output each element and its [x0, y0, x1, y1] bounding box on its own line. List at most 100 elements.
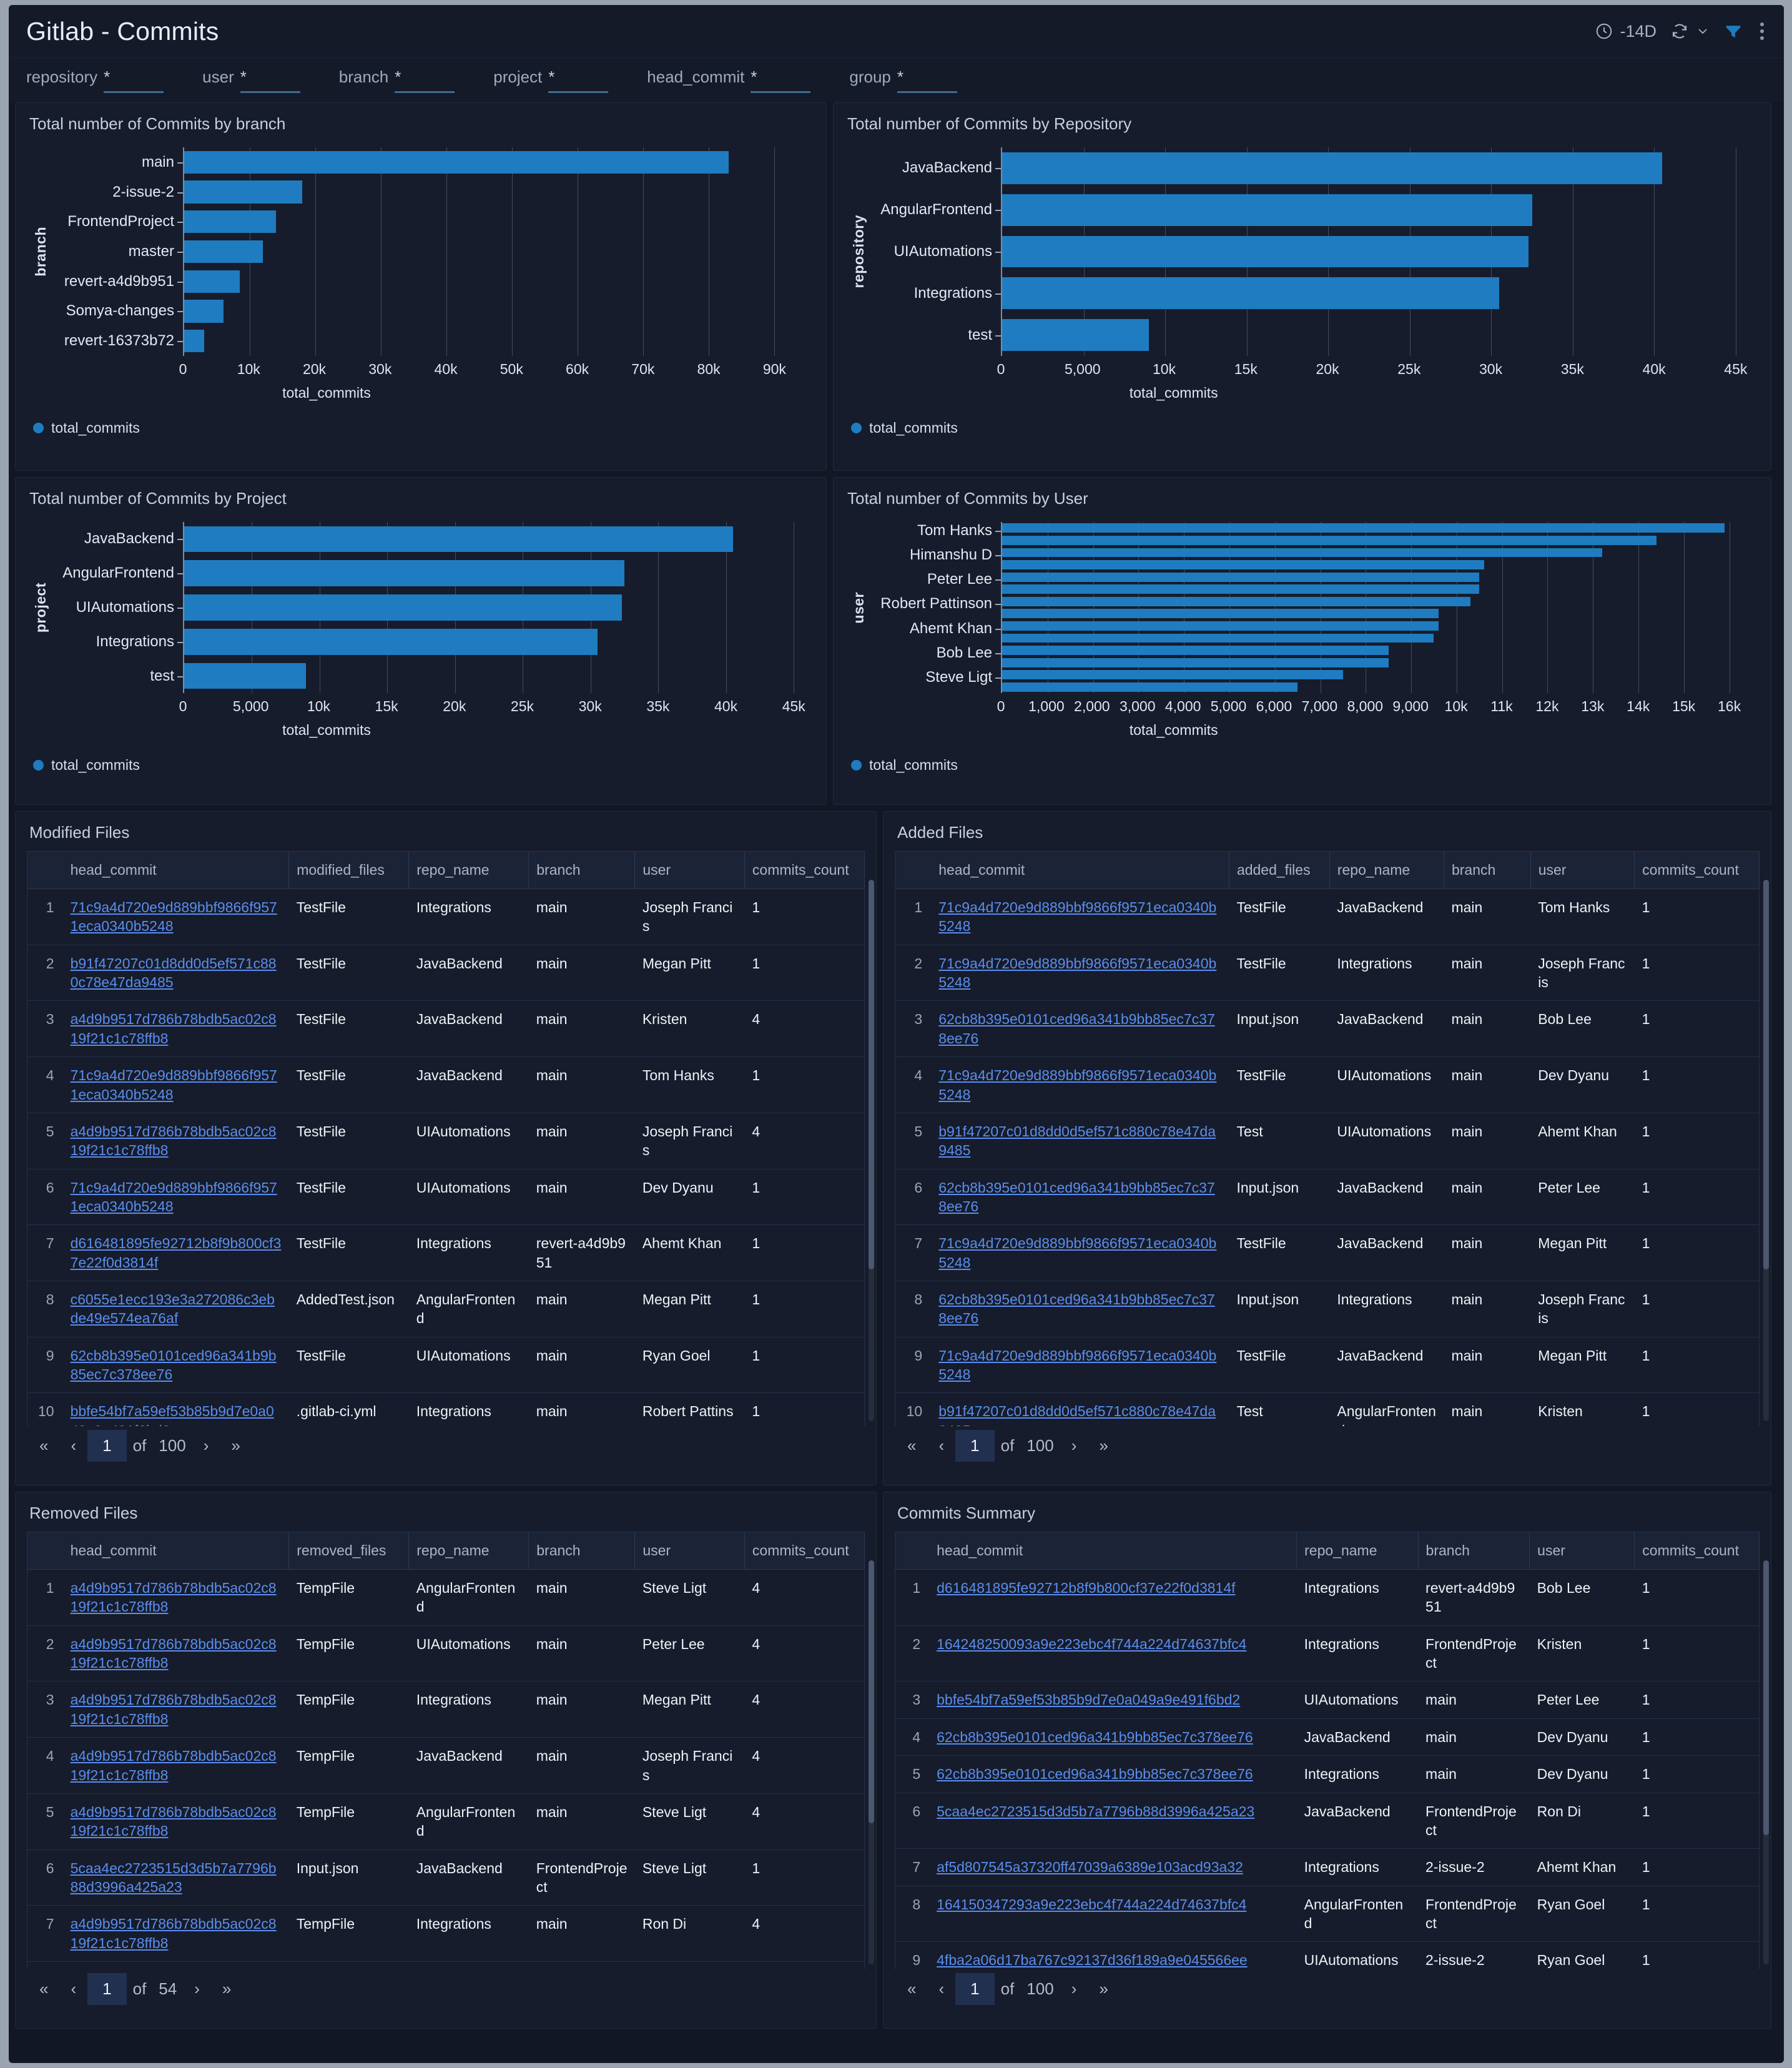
pagination-removed-files[interactable]: « ‹ 1 of 54 › »	[16, 1969, 876, 2011]
chevron-down-icon[interactable]	[1695, 24, 1710, 39]
head-commit-cell[interactable]: 62cb8b395e0101ced96a341b9bb85ec7c378ee76	[931, 1169, 1229, 1226]
last-page-button[interactable]: »	[220, 1431, 251, 1460]
current-page[interactable]: 1	[955, 1430, 995, 1462]
current-page[interactable]: 1	[87, 1430, 127, 1462]
bar[interactable]	[1002, 194, 1532, 226]
commit-link[interactable]: d616481895fe92712b8f9b800cf37e22f0d3814f	[71, 1235, 282, 1270]
head-commit-cell[interactable]: d616481895fe92712b8f9b800cf37e22f0d3814f	[62, 1224, 289, 1282]
column-header[interactable]: repo_name	[408, 851, 529, 889]
commit-link[interactable]: 164248250093a9e223ebc4f744a224d74637bfc4	[937, 1636, 1246, 1652]
commit-link[interactable]: d616481895fe92712b8f9b800cf37e22f0d3814f	[937, 1580, 1235, 1596]
next-page-button[interactable]: ›	[183, 1974, 211, 2004]
head-commit-cell[interactable]: 71c9a4d720e9d889bbf9866f9571eca0340b5248	[62, 889, 289, 945]
head-commit-cell[interactable]: 71c9a4d720e9d889bbf9866f9571eca0340b5248	[62, 1169, 289, 1226]
bar[interactable]	[1002, 277, 1500, 310]
chart-legend[interactable]: total_commits	[834, 410, 1771, 436]
bar[interactable]	[1002, 319, 1149, 351]
bar[interactable]	[184, 628, 598, 655]
commit-link[interactable]: bbfe54bf7a59ef53b85b9d7e0a049a9e491f6bd2	[71, 1403, 274, 1426]
head-commit-cell[interactable]: 71c9a4d720e9d889bbf9866f9571eca0340b5248	[931, 1224, 1229, 1282]
head-commit-cell[interactable]: a4d9b9517d786b78bdb5ac02c819f21c1c78ffb8	[62, 1905, 289, 1962]
head-commit-cell[interactable]: bbfe54bf7a59ef53b85b9d7e0a049a9e491f6bd2	[929, 1681, 1297, 1719]
commit-link[interactable]: 62cb8b395e0101ced96a341b9bb85ec7c378ee76	[938, 1011, 1215, 1046]
commit-link[interactable]: 62cb8b395e0101ced96a341b9bb85ec7c378ee76	[938, 1179, 1215, 1214]
column-header[interactable]: head_commit	[929, 1532, 1297, 1570]
commit-link[interactable]: a4d9b9517d786b78bdb5ac02c819f21c1c78ffb8	[71, 1636, 277, 1671]
head-commit-cell[interactable]: c6055e1ecc193e3a272086c3ebde49e574ea76af	[62, 1281, 289, 1337]
pagination-added-files[interactable]: « ‹ 1 of 100 › »	[884, 1426, 1771, 1468]
chart-legend[interactable]: total_commits	[16, 747, 826, 774]
column-header[interactable]: branch	[1444, 851, 1531, 889]
last-page-button[interactable]: »	[1088, 1974, 1119, 2004]
first-page-button[interactable]: «	[28, 1974, 59, 2004]
head-commit-cell[interactable]: a4d9b9517d786b78bdb5ac02c819f21c1c78ffb8	[62, 1737, 289, 1794]
column-header[interactable]: repo_name	[1296, 1532, 1419, 1570]
commit-link[interactable]: b91f47207c01d8dd0d5ef571c880c78e47da9485	[938, 1123, 1216, 1158]
head-commit-cell[interactable]: 62cb8b395e0101ced96a341b9bb85ec7c378ee76	[931, 1281, 1229, 1337]
head-commit-cell[interactable]: 62cb8b395e0101ced96a341b9b85ec7c378ee76	[62, 1337, 289, 1394]
removed-files-table-container[interactable]: head_commit removed_files repo_name branch u…	[16, 1523, 876, 1969]
first-page-button[interactable]: «	[896, 1974, 927, 2004]
commits-summary-table-container[interactable]: head_commit repo_name branch user commits_co…	[884, 1523, 1771, 1969]
head-commit-cell[interactable]: a4d9b9517d786b78bdb5ac02c819f21c1c78ffb8	[62, 1681, 289, 1738]
commit-link[interactable]: 62cb8b395e0101ced96a341b9bb85ec7c378ee76	[937, 1766, 1253, 1782]
kebab-menu-icon[interactable]	[1756, 22, 1768, 40]
prev-page-button[interactable]: ‹	[59, 1974, 87, 2004]
pagination-modified-files[interactable]: « ‹ 1 of 100 › »	[16, 1426, 876, 1468]
column-header[interactable]: added_files	[1229, 851, 1330, 889]
bar[interactable]	[1002, 572, 1480, 582]
next-page-button[interactable]: ›	[1060, 1974, 1088, 2004]
first-page-button[interactable]: «	[28, 1431, 59, 1460]
head-commit-cell[interactable]: 4fba2a06d17ba767c92137d36f189a9e045566ee	[929, 1941, 1297, 1969]
column-header[interactable]: commits_count	[1634, 851, 1760, 889]
bar[interactable]	[1002, 235, 1529, 268]
bar[interactable]	[184, 240, 263, 263]
vertical-scrollbar[interactable]	[869, 1560, 874, 1964]
next-page-button[interactable]: ›	[1060, 1431, 1088, 1460]
variable-group[interactable]: group *	[849, 67, 957, 93]
column-header[interactable]: branch	[1418, 1532, 1530, 1570]
variable-user[interactable]: user *	[202, 67, 300, 93]
bar[interactable]	[1002, 548, 1602, 558]
commit-link[interactable]: 71c9a4d720e9d889bbf9866f9571eca0340b5248	[71, 899, 277, 934]
commit-link[interactable]: af5d807545a37320ff47039a6389e103acd93a32	[937, 1859, 1243, 1875]
bar[interactable]	[1002, 646, 1389, 655]
commit-link[interactable]: 4fba2a06d17ba767c92137d36f189a9e045566ee	[937, 1952, 1248, 1968]
bar[interactable]	[184, 594, 622, 621]
column-header[interactable]	[27, 851, 63, 889]
column-header[interactable]: head_commit	[931, 851, 1229, 889]
commit-link[interactable]: a4d9b9517d786b78bdb5ac02c819f21c1c78ffb8	[71, 1011, 277, 1046]
current-page[interactable]: 1	[87, 1973, 127, 2005]
commit-link[interactable]: 62cb8b395e0101ced96a341b9bb85ec7c378ee76	[937, 1729, 1253, 1745]
filter-button[interactable]	[1724, 22, 1743, 41]
head-commit-cell[interactable]: 62cb8b395e0101ced96a341b9bb85ec7c378ee76	[931, 1000, 1229, 1058]
commit-link[interactable]: 71c9a4d720e9d889bbf9866f9571eca0340b5248	[938, 1235, 1216, 1270]
variable-value[interactable]: *	[104, 69, 164, 93]
head-commit-cell[interactable]: a4d9b9517d786b78bdb5ac02c819f21c1c78ffb8	[62, 1625, 289, 1682]
bar[interactable]	[1002, 596, 1470, 606]
commit-link[interactable]: 62cb8b395e0101ced96a341b9b85ec7c378ee76	[71, 1347, 277, 1382]
head-commit-cell[interactable]: a4d9b9517d786b78bdb5ac02c819f21c1c78ffb8	[62, 1961, 289, 1969]
column-header[interactable]: user	[634, 1532, 745, 1570]
column-header[interactable]	[895, 1532, 930, 1570]
commit-link[interactable]: 71c9a4d720e9d889bbf9866f9571eca0340b5248	[71, 1067, 277, 1102]
variable-head-commit[interactable]: head_commit *	[647, 67, 811, 93]
bar[interactable]	[184, 662, 307, 689]
pagination-commits-summary[interactable]: « ‹ 1 of 100 › »	[884, 1969, 1771, 2011]
bar[interactable]	[1002, 584, 1480, 594]
bar[interactable]	[184, 560, 625, 587]
commit-link[interactable]: 71c9a4d720e9d889bbf9866f9571eca0340b5248	[938, 955, 1216, 990]
prev-page-button[interactable]: ‹	[927, 1431, 955, 1460]
head-commit-cell[interactable]: af5d807545a37320ff47039a6389e103acd93a32	[929, 1848, 1297, 1886]
head-commit-cell[interactable]: 71c9a4d720e9d889bbf9866f9571eca0340b5248	[931, 1056, 1229, 1113]
modified-files-table-container[interactable]: head_commit modified_files repo_name branch…	[16, 842, 876, 1426]
variable-branch[interactable]: branch *	[339, 67, 455, 93]
added-files-table-container[interactable]: head_commit added_files repo_name branch use…	[884, 842, 1771, 1426]
head-commit-cell[interactable]: 71c9a4d720e9d889bbf9866f9571eca0340b5248	[62, 1056, 289, 1113]
column-header[interactable]	[27, 1532, 63, 1570]
head-commit-cell[interactable]: 164150347293a9e223ebc4f744a224d74637bfc4	[929, 1886, 1297, 1942]
variable-value[interactable]: *	[751, 69, 811, 93]
column-header[interactable]: user	[634, 851, 745, 889]
chart-legend[interactable]: total_commits	[16, 410, 826, 436]
head-commit-cell[interactable]: 62cb8b395e0101ced96a341b9bb85ec7c378ee76	[929, 1718, 1297, 1756]
